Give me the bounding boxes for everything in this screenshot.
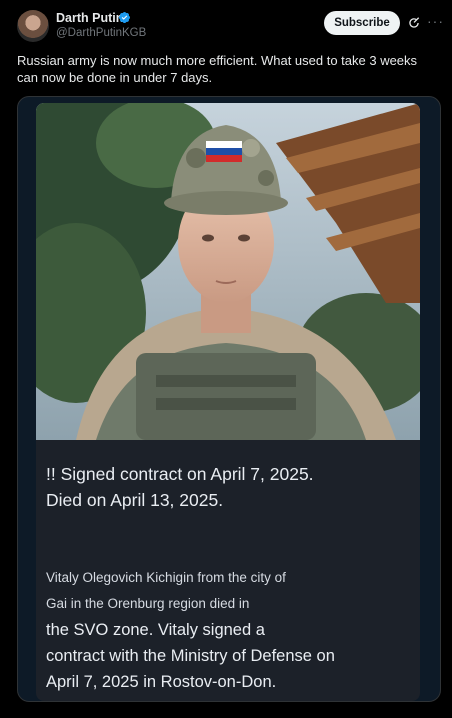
author-name[interactable]: Darth Putin bbox=[56, 11, 123, 25]
more-icon[interactable]: ··· bbox=[427, 14, 444, 28]
grok-icon[interactable] bbox=[407, 16, 421, 30]
body-line: the SVO zone. Vitaly signed a bbox=[46, 621, 265, 639]
tweet: Darth Putin @DarthPutinKGB Subscribe ···… bbox=[0, 0, 452, 718]
soldier-photo bbox=[36, 103, 420, 440]
card-headline: !! Signed contract on April 7, 2025. Die… bbox=[46, 461, 406, 513]
card-body-small: Vitaly Olegovich Kichigin from the city … bbox=[46, 565, 406, 617]
body-line: contract with the Ministry of Defense on bbox=[46, 647, 335, 665]
author-handle[interactable]: @DarthPutinKGB bbox=[56, 27, 146, 39]
news-card-image: !! Signed contract on April 7, 2025. Die… bbox=[36, 103, 420, 701]
headline-line: Died on April 13, 2025. bbox=[46, 490, 224, 510]
verified-badge-icon bbox=[118, 11, 131, 24]
body-line: April 7, 2025 in Rostov-on-Don. bbox=[46, 673, 277, 691]
body-line: Gai in the Orenburg region died in bbox=[46, 596, 250, 611]
tweet-media[interactable]: !! Signed contract on April 7, 2025. Die… bbox=[17, 96, 441, 702]
headline-line: !! Signed contract on April 7, 2025. bbox=[46, 464, 314, 484]
tweet-text: Russian army is now much more efficient.… bbox=[17, 53, 418, 85]
avatar[interactable] bbox=[17, 10, 49, 42]
subscribe-button[interactable]: Subscribe bbox=[324, 11, 400, 35]
card-body-large: the SVO zone. Vitaly signed a contract w… bbox=[46, 617, 406, 695]
body-line: Vitaly Olegovich Kichigin from the city … bbox=[46, 570, 286, 585]
